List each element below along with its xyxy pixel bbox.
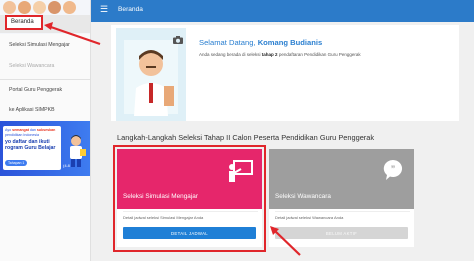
quote-bubble-icon: ” [383, 159, 403, 180]
promo-banner-card: Ayo semangat dan sukseskan pendidikan Ind… [3, 126, 61, 170]
sidebar-item-seleksi-simulasi-mengajar[interactable]: Seleksi Simulasi Mengajar [0, 40, 90, 50]
sidebar-item-beranda[interactable]: Beranda [5, 15, 43, 30]
hamburger-menu-icon[interactable]: ☰ [100, 5, 108, 14]
welcome-heading: Selamat Datang, Komang Budianis [199, 38, 323, 47]
promo-banner[interactable]: Ayo semangat dan sukseskan pendidikan Ind… [0, 121, 90, 176]
belum-aktif-button[interactable]: BELUM AKTIF [275, 227, 408, 239]
welcome-subtitle: Anda sedang berada di seleksi tahap 2 pe… [199, 52, 361, 57]
section-title: Langkah-Langkah Seleksi Tahap II Calon P… [117, 133, 375, 142]
card-title: Seleksi Wawancara [275, 193, 331, 200]
svg-text:”: ” [391, 164, 396, 174]
card-description: Detail jadwal seleksi Wawancara Anda [275, 215, 344, 220]
promo-banner-pill: Tahapan 1 [5, 160, 28, 166]
camera-icon[interactable] [173, 36, 183, 44]
card-seleksi-wawancara[interactable]: ” Seleksi Wawancara Detail jadwal seleks… [269, 149, 414, 247]
sidebar-item-label: Beranda [11, 19, 34, 25]
promo-banner-tag: (4.8 [63, 163, 70, 168]
sidebar-item-portal-guru-penggerak[interactable]: Portal Guru Penggerak [0, 85, 90, 95]
sidebar-item-label: ke Aplikasi SIMPKB [9, 107, 55, 113]
avatar [33, 1, 46, 14]
welcome-card: Selamat Datang, Komang Budianis Anda sed… [111, 25, 459, 121]
profile-photo [116, 28, 186, 121]
top-app-bar: ☰ Beranda [91, 0, 474, 22]
card-divider [275, 211, 410, 212]
avatar [18, 1, 31, 14]
sidebar-item-label: Seleksi Wawancara [9, 63, 55, 69]
sidebar-item-label: Seleksi Simulasi Mengajar [9, 42, 70, 48]
avatar [48, 1, 61, 14]
promo-banner-text: Ayo semangat dan sukseskan pendidikan Ind… [5, 128, 56, 137]
student-figure-icon [70, 135, 86, 167]
card-header: ” Seleksi Wawancara [269, 149, 414, 209]
promo-banner-headline: yo daftar dan ikuti rogram Guru Belajar [5, 139, 56, 151]
highlight-frame [113, 145, 266, 252]
sidebar-item-label: Portal Guru Penggerak [9, 87, 63, 93]
sidebar: Beranda Seleksi Simulasi Mengajar Seleks… [0, 0, 91, 261]
sidebar-item-seleksi-wawancara[interactable]: Seleksi Wawancara [0, 61, 90, 71]
sidebar-divider [0, 79, 90, 80]
avatar [3, 1, 16, 14]
sidebar-item-aplikasi-simpkb[interactable]: ke Aplikasi SIMPKB [0, 105, 90, 115]
user-name: Komang Budianis [257, 38, 323, 47]
avatar [63, 1, 76, 14]
page-title: Beranda [118, 6, 143, 13]
